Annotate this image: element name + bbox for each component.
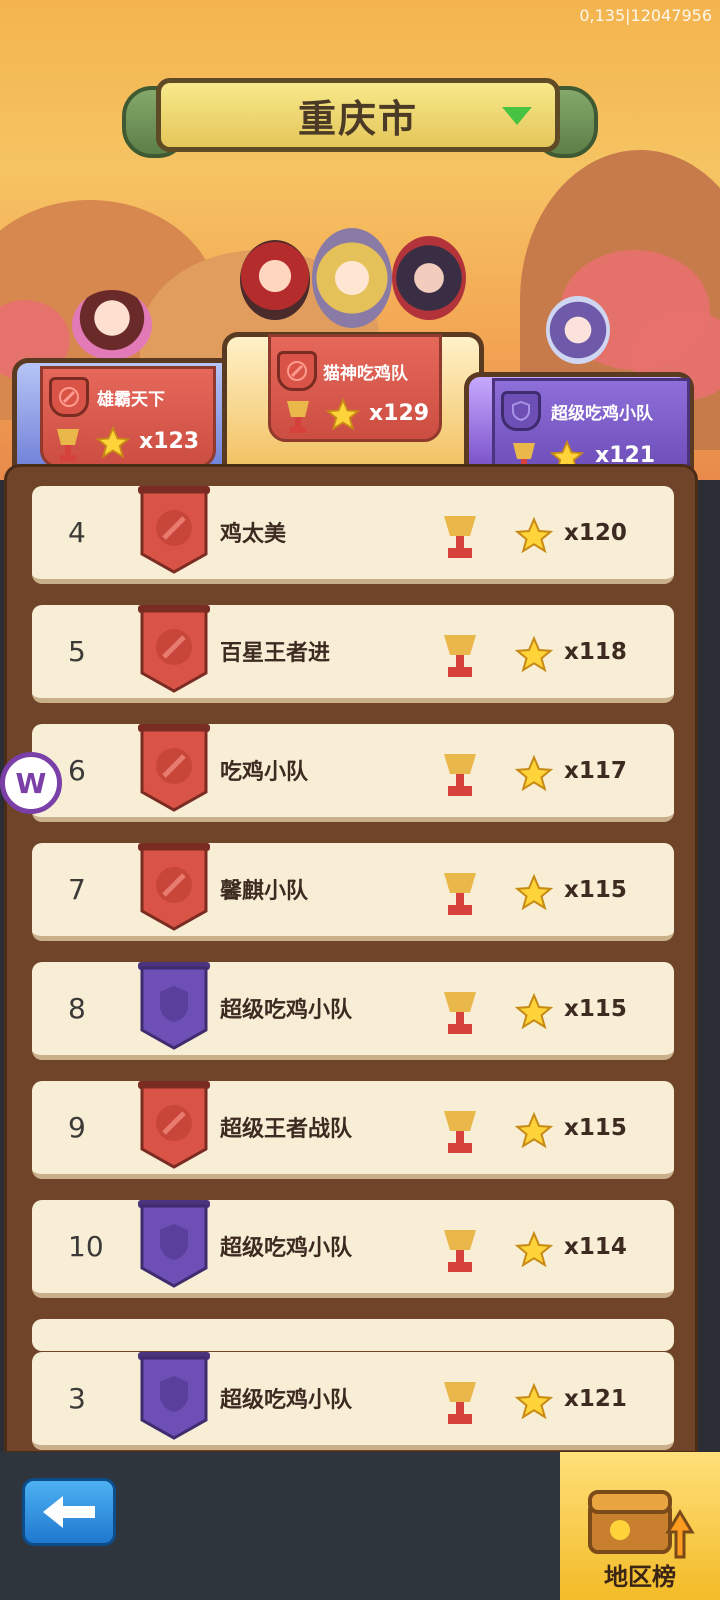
city-banner[interactable]: 重庆市 [156, 78, 560, 152]
sword-icon [138, 605, 210, 693]
star-icon [514, 1111, 554, 1149]
team-emblem [136, 1198, 212, 1290]
star-icon [514, 1382, 554, 1420]
team-emblem [136, 1350, 212, 1442]
trophy-icon [444, 992, 476, 1034]
team-name: 超级吃鸡小队 [220, 1236, 353, 1261]
star-icon [95, 425, 131, 459]
podium-first-banner: 猫神吃鸡队 x129 [268, 334, 442, 442]
region-ranking-button[interactable]: 地区榜 [560, 1452, 720, 1600]
city-name: 重庆市 [297, 96, 418, 141]
trophy-icon [444, 1230, 476, 1272]
sword-icon [138, 843, 210, 931]
star-icon [514, 1230, 554, 1268]
rank-number: 5 [68, 635, 86, 668]
podium-star-count: x123 [139, 429, 200, 454]
table-row[interactable]: 5 百星王者进 x118 [32, 605, 674, 703]
table-row[interactable]: 7 馨麒小队 x115 [32, 843, 674, 941]
team-emblem [277, 351, 317, 391]
rank-number: 3 [68, 1382, 86, 1415]
trophy-icon [444, 635, 476, 677]
rank-number: 7 [68, 873, 86, 906]
sword-icon [138, 486, 210, 574]
rank-number: 8 [68, 992, 86, 1025]
trophy-icon [444, 516, 476, 558]
table-row[interactable]: 9 超级王者战队 x115 [32, 1081, 674, 1179]
star-count: x117 [564, 758, 627, 784]
team-emblem [136, 841, 212, 933]
character-third [546, 296, 610, 364]
star-icon [514, 873, 554, 911]
podium-team-name: 超级吃鸡小队 [551, 404, 653, 424]
star-count: x118 [564, 639, 627, 665]
team-name: 鸡太美 [220, 522, 287, 547]
back-button[interactable] [22, 1478, 116, 1546]
podium-star-count: x129 [369, 401, 430, 426]
star-count: x114 [564, 1234, 627, 1260]
trophy-icon [444, 1111, 476, 1153]
treasure-chest-icon [588, 1490, 695, 1559]
trophy-icon [444, 873, 476, 915]
sword-icon [287, 361, 307, 381]
character-second [72, 290, 152, 360]
team-emblem [501, 391, 541, 431]
trophy-icon [444, 754, 476, 796]
rank-number: 10 [68, 1230, 104, 1263]
team-name: 百星王者进 [220, 641, 331, 666]
trophy-icon [57, 429, 79, 461]
podium-team-name: 猫神吃鸡队 [323, 364, 408, 384]
shield-icon [138, 962, 210, 1050]
sword-icon [59, 387, 79, 407]
table-row[interactable]: 6 吃鸡小队 x117 [32, 724, 674, 822]
podium-second-banner: 雄霸天下 x123 [40, 366, 216, 468]
star-count: x120 [564, 520, 627, 546]
team-emblem [136, 1079, 212, 1171]
dropdown-arrow-icon[interactable] [502, 107, 532, 125]
table-row[interactable]: 10 超级吃鸡小队 x114 [32, 1200, 674, 1298]
sword-icon [138, 1081, 210, 1169]
trophy-icon [287, 401, 309, 433]
character-first-left [240, 240, 310, 320]
city-selector[interactable]: 重庆市 [122, 78, 598, 160]
star-icon [514, 516, 554, 554]
shield-icon [138, 1352, 210, 1440]
table-row[interactable]: 4 鸡太美 x120 [32, 486, 674, 584]
shield-icon [512, 400, 530, 422]
table-row-partial [32, 1319, 674, 1351]
team-name: 超级吃鸡小队 [220, 998, 353, 1023]
rank-number: 6 [68, 754, 86, 787]
star-count: x115 [564, 877, 627, 903]
character-first-right [392, 236, 466, 320]
star-count: x115 [564, 1115, 627, 1141]
table-row[interactable]: 8 超级吃鸡小队 x115 [32, 962, 674, 1060]
team-name: 超级王者战队 [220, 1117, 353, 1142]
team-name: 超级吃鸡小队 [220, 1388, 353, 1413]
character-first-center [312, 228, 392, 328]
team-emblem [136, 484, 212, 576]
team-name: 吃鸡小队 [220, 760, 309, 785]
team-emblem [136, 960, 212, 1052]
star-icon [514, 992, 554, 1030]
arrow-left-icon [43, 1496, 95, 1528]
debug-text: 0,135|12047956 [579, 6, 712, 25]
team-emblem [136, 603, 212, 695]
sword-icon [138, 724, 210, 812]
team-name: 馨麒小队 [220, 879, 309, 904]
team-emblem [49, 377, 89, 417]
team-emblem [136, 722, 212, 814]
star-count: x115 [564, 996, 627, 1022]
my-team-row[interactable]: 3 超级吃鸡小队 x121 [32, 1352, 674, 1450]
star-icon [325, 397, 361, 431]
rank-number: 9 [68, 1111, 86, 1144]
star-icon [514, 754, 554, 792]
star-count: x121 [564, 1386, 627, 1412]
floating-assistant-icon[interactable]: W [0, 752, 62, 814]
podium-team-name: 雄霸天下 [97, 390, 165, 410]
star-icon [514, 635, 554, 673]
shield-icon [138, 1200, 210, 1288]
trophy-icon [444, 1382, 476, 1424]
region-ranking-label: 地区榜 [604, 1563, 676, 1591]
rank-number: 4 [68, 516, 86, 549]
